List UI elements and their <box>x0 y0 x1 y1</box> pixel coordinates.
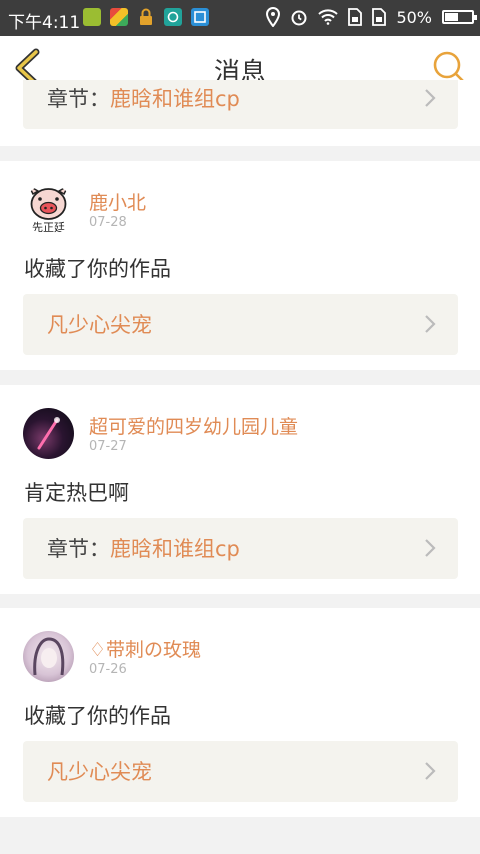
ref-title: 凡少心尖宠 <box>47 313 152 337</box>
status-bar: 下午4:11 50% <box>0 0 480 36</box>
username[interactable]: 鹿小北 <box>89 188 146 215</box>
search-button[interactable] <box>432 50 466 84</box>
green-app-icon <box>83 8 101 26</box>
search-icon <box>433 51 465 83</box>
sim-icon <box>372 8 387 26</box>
referenced-work-link[interactable]: 凡少心尖宠 <box>23 294 458 355</box>
battery-percent: 50% <box>396 7 432 27</box>
battery-icon <box>442 10 477 24</box>
timestamp: 07-27 <box>89 439 127 454</box>
multicolor-app-icon <box>110 8 128 26</box>
chevron-right-icon <box>425 539 436 557</box>
chevron-right-icon <box>425 315 436 333</box>
ref-title: 凡少心尖宠 <box>47 760 152 784</box>
referenced-chapter-link[interactable]: 章节：鹿晗和谁组cp <box>23 80 458 129</box>
message-text: 收藏了你的作品 <box>24 704 171 728</box>
message-card: 章节：鹿晗和谁组cp <box>0 80 480 146</box>
notification-icons <box>83 8 209 26</box>
message-card: ♢带刺の玫瑰 07-26 收藏了你的作品 凡少心尖宠 <box>0 608 480 817</box>
system-status-icons: 50% <box>266 7 477 27</box>
avatar[interactable]: 先正廷 <box>23 184 74 235</box>
avatar[interactable] <box>23 408 74 459</box>
ref-prefix: 章节： <box>47 537 110 561</box>
svg-text:先正廷: 先正廷 <box>32 221 65 234</box>
location-icon <box>266 7 281 27</box>
message-text: 肯定热巴啊 <box>24 481 129 505</box>
username[interactable]: ♢带刺の玫瑰 <box>89 635 201 662</box>
message-card: 超可爱的四岁幼儿园儿童 07-27 肯定热巴啊 章节：鹿晗和谁组cp <box>0 385 480 594</box>
ref-title: 鹿晗和谁组cp <box>110 87 240 111</box>
referenced-work-link[interactable]: 凡少心尖宠 <box>23 741 458 802</box>
lock-icon <box>137 8 155 26</box>
username[interactable]: 超可爱的四岁幼儿园儿童 <box>89 412 298 439</box>
ref-title: 鹿晗和谁组cp <box>110 537 240 561</box>
message-card: 先正廷 鹿小北 07-28 收藏了你的作品 凡少心尖宠 <box>0 161 480 370</box>
chevron-right-icon <box>425 89 436 107</box>
sim-icon <box>348 8 363 26</box>
message-text: 收藏了你的作品 <box>24 257 171 281</box>
timestamp: 07-26 <box>89 662 127 677</box>
blue-app-icon <box>191 8 209 26</box>
alarm-icon <box>291 10 307 26</box>
wifi-icon <box>318 9 339 25</box>
teal-app-icon <box>164 8 182 26</box>
chevron-right-icon <box>425 762 436 780</box>
referenced-chapter-link[interactable]: 章节：鹿晗和谁组cp <box>23 518 458 579</box>
ref-prefix: 章节： <box>47 87 110 111</box>
status-time: 下午4:11 <box>8 13 81 33</box>
avatar[interactable] <box>23 631 74 682</box>
timestamp: 07-28 <box>89 215 127 230</box>
